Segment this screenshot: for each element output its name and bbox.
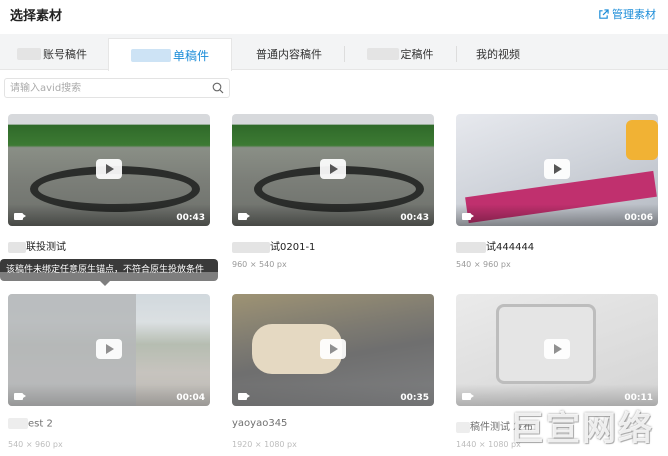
duration-label: 00:06 [624, 213, 653, 223]
search-box [4, 78, 230, 98]
video-camera-icon [14, 213, 26, 220]
duration-label: 00:35 [400, 393, 429, 403]
tab-label: 账号稿件 [43, 48, 87, 61]
video-thumbnail[interactable]: 00:43 [8, 114, 210, 226]
tab-label: 单稿件 [172, 48, 209, 63]
tab-my-videos[interactable]: 我的视频 [458, 38, 538, 70]
tab-divider [344, 46, 345, 62]
video-camera-icon [238, 213, 250, 220]
video-thumbnail[interactable]: 00:04 [8, 294, 210, 406]
video-thumbnail[interactable]: 00:11 [456, 294, 658, 406]
video-camera-icon [14, 393, 26, 400]
video-camera-icon [238, 393, 250, 400]
tab-fixed-posts[interactable]: 定稿件 [348, 38, 452, 70]
duration-label: 00:04 [176, 393, 205, 403]
play-icon[interactable] [544, 159, 570, 179]
video-title-text: est 2 [28, 418, 53, 430]
redacted-text [456, 241, 486, 253]
play-icon[interactable] [544, 339, 570, 359]
manage-assets-link[interactable]: 管理素材 [598, 6, 656, 22]
play-icon[interactable] [320, 339, 346, 359]
tooltip: 该稿件未绑定任意原生锚点，不符合原生投放条件 [0, 259, 218, 286]
video-title: 联投测试 [8, 238, 66, 253]
page-title: 选择素材 [10, 9, 63, 24]
external-link-icon [599, 8, 609, 19]
video-title-text: 试0201-1 [270, 242, 316, 253]
video-title-text: 试444444 [486, 242, 535, 253]
redacted-text [130, 48, 171, 62]
redacted-text [17, 48, 41, 60]
tab-label: 普通内容稿件 [256, 48, 322, 61]
duration-label: 00:43 [400, 213, 429, 223]
video-resolution: 1920 × 1080 px [232, 440, 297, 449]
video-camera-icon [462, 393, 474, 400]
play-icon[interactable] [96, 159, 122, 179]
play-icon[interactable] [320, 159, 346, 179]
video-title-text: 联投测试 [26, 242, 66, 253]
tab-normal-content-posts[interactable]: 普通内容稿件 [236, 38, 342, 70]
tab-label: 我的视频 [476, 48, 520, 61]
video-thumbnail[interactable]: 00:35 [232, 294, 434, 406]
duration-label: 00:43 [176, 213, 205, 223]
redacted-text [8, 418, 28, 429]
tab-divider [456, 46, 457, 62]
video-title: est 2 [8, 418, 53, 430]
video-title: yaoyao345 [232, 418, 288, 429]
redacted-text [456, 421, 470, 433]
redacted-text [232, 241, 270, 253]
video-title: 试0201-1 [232, 238, 315, 253]
video-resolution: 540 × 960 px [8, 440, 63, 449]
video-thumbnail[interactable]: 00:06 [456, 114, 658, 226]
header: 选择素材 管理素材 [0, 0, 668, 30]
tab-account-posts[interactable]: 账号稿件 [0, 38, 104, 70]
video-camera-icon [462, 213, 474, 220]
search-input[interactable] [10, 81, 206, 95]
video-resolution: 960 × 540 px [232, 260, 287, 269]
search-icon[interactable] [212, 82, 224, 94]
video-thumbnail[interactable]: 00:43 [232, 114, 434, 226]
watermark: 巨宣网络 [510, 409, 654, 449]
play-icon[interactable] [96, 339, 122, 359]
video-resolution: 540 × 960 px [456, 260, 511, 269]
tab-label: 定稿件 [400, 48, 434, 61]
redacted-text [8, 241, 26, 253]
manage-assets-label: 管理素材 [612, 8, 656, 21]
tab-single-post[interactable]: 单稿件 [108, 38, 232, 71]
thumbnail-detail [626, 120, 658, 160]
video-title: 试444444 [456, 238, 534, 253]
redacted-text [366, 48, 399, 60]
tab-bar: 账号稿件 单稿件 普通内容稿件 定稿件 我的视频 [0, 34, 668, 71]
